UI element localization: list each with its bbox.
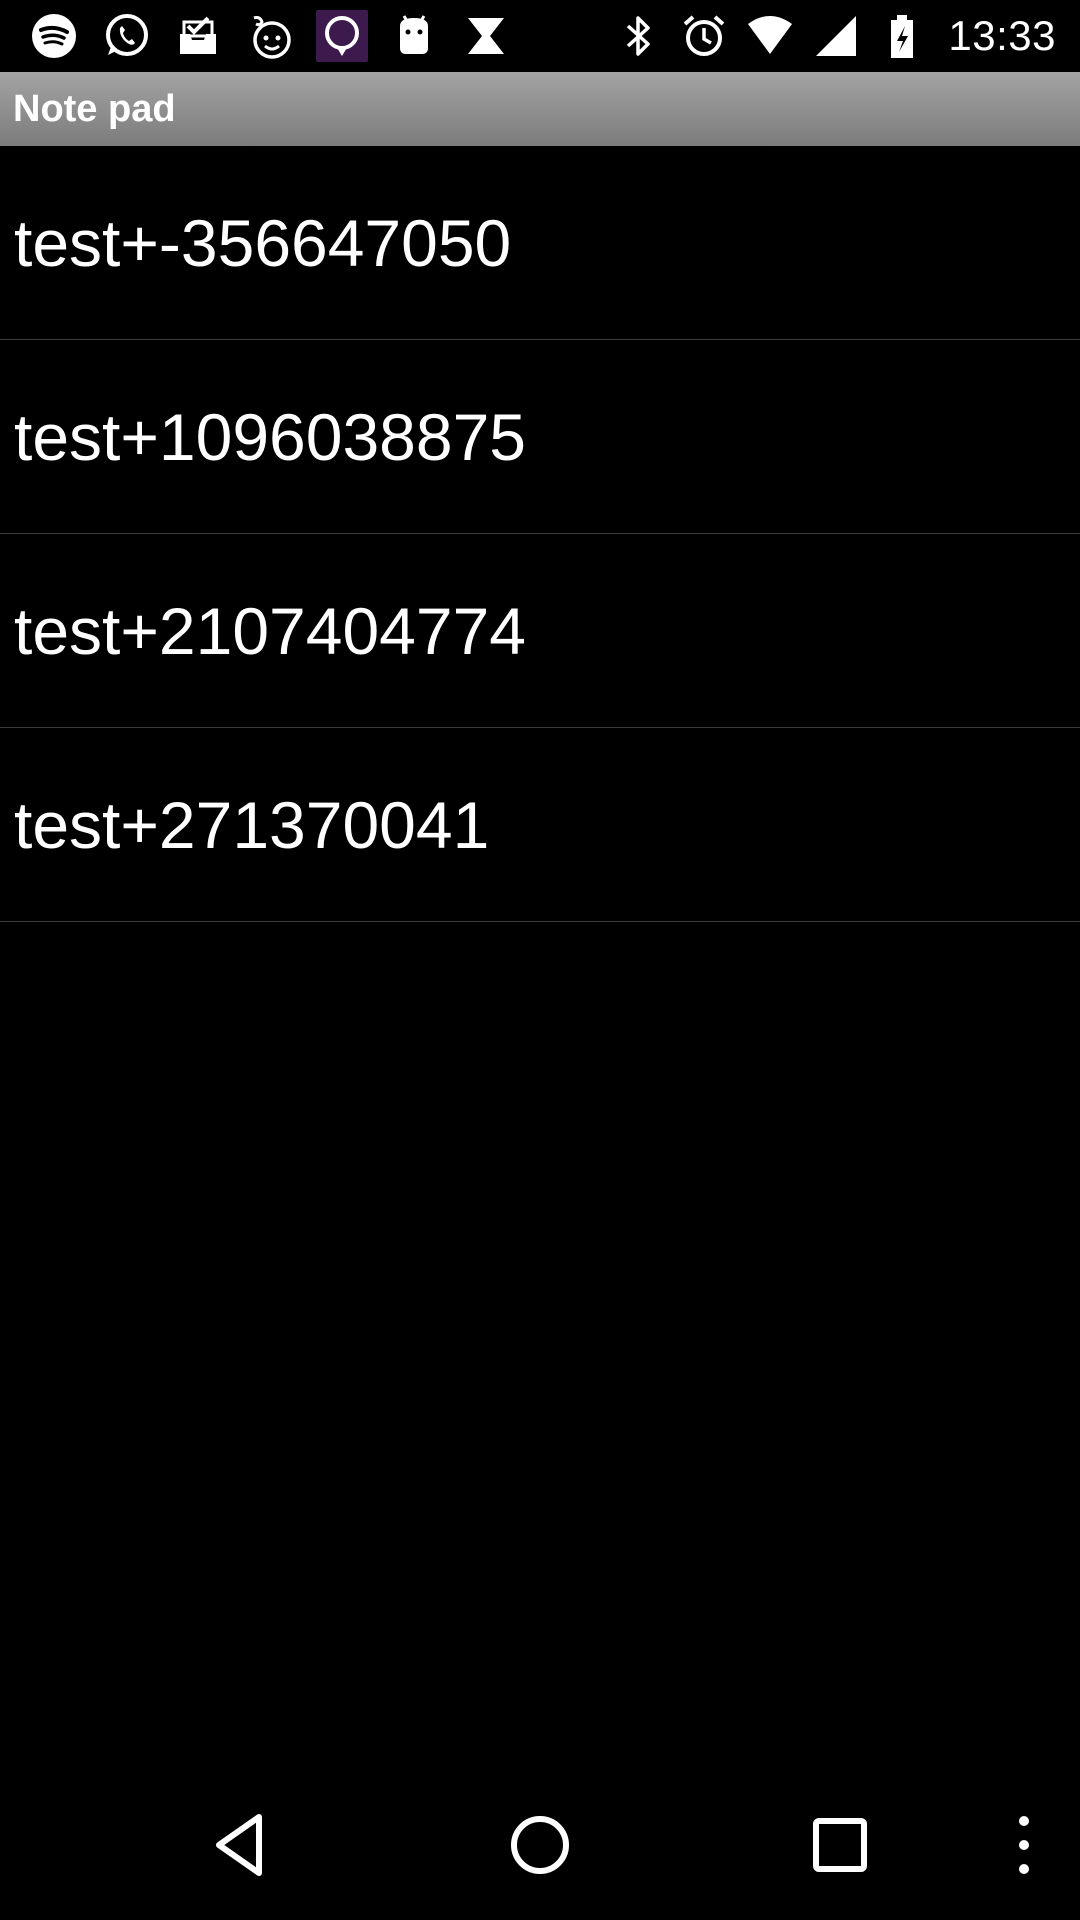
list-item[interactable]: test+-356647050 (0, 146, 1080, 340)
signal-icon (810, 10, 862, 62)
status-clock: 13:33 (948, 12, 1056, 59)
back-button[interactable] (196, 1800, 286, 1890)
note-title: test+1096038875 (14, 399, 526, 474)
title-bar: Note pad (0, 72, 1080, 146)
note-title: test+-356647050 (14, 205, 512, 280)
baby-face-icon (244, 10, 296, 62)
inbox-icon (172, 10, 224, 62)
wifi-icon (744, 10, 796, 62)
screen: 13:33 Note pad test+-356647050 test+1096… (0, 0, 1080, 1920)
navigation-bar (0, 1770, 1080, 1920)
spotify-icon (28, 10, 80, 62)
recents-button[interactable] (795, 1800, 885, 1890)
location-pin-icon (316, 10, 368, 62)
status-bar: 13:33 (0, 0, 1080, 72)
more-vert-icon (1019, 1816, 1029, 1874)
list-item[interactable]: test+2107404774 (0, 534, 1080, 728)
note-title: test+2107404774 (14, 593, 526, 668)
home-button[interactable] (495, 1800, 585, 1890)
system-icons: 13:33 (612, 8, 1056, 64)
note-list: test+-356647050 test+1096038875 test+210… (0, 146, 1080, 922)
list-item[interactable]: test+271370041 (0, 728, 1080, 922)
list-item[interactable]: test+1096038875 (0, 340, 1080, 534)
bluetooth-icon (612, 10, 664, 62)
battery-charging-icon (876, 10, 928, 62)
hourglass-icon (460, 10, 512, 62)
whatsapp-icon (100, 10, 152, 62)
recents-icon (813, 1818, 867, 1872)
home-icon (511, 1816, 569, 1874)
note-title: test+271370041 (14, 787, 490, 862)
android-icon (388, 10, 440, 62)
back-icon (216, 1814, 262, 1876)
overflow-menu-button[interactable] (974, 1800, 1064, 1890)
notification-icons (28, 8, 532, 64)
alarm-icon (678, 10, 730, 62)
page-title: Note pad (13, 87, 176, 130)
